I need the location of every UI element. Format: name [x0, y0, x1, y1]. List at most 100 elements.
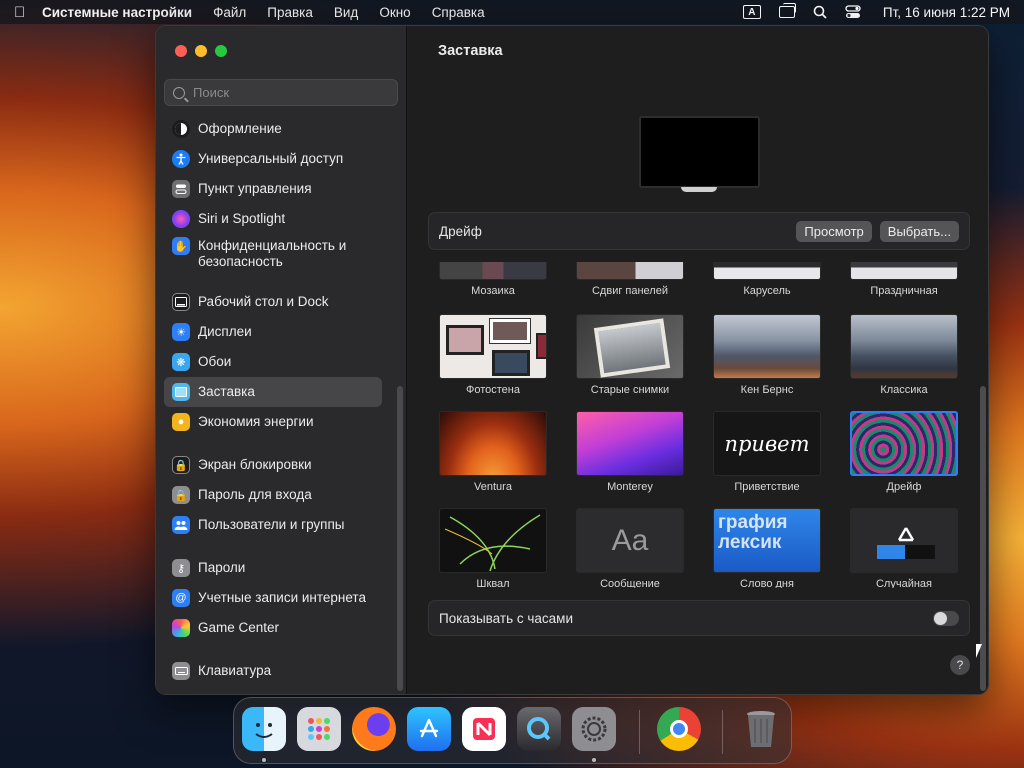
saver-thumbnail: [576, 262, 684, 280]
saver-tile-holiday[interactable]: Праздничная: [850, 262, 960, 297]
show-clock-label: Показывать с часами: [439, 610, 573, 626]
menu-app-name[interactable]: Системные настройки: [42, 5, 192, 20]
menu-file[interactable]: Файл: [213, 5, 246, 20]
sidebar-item-energy[interactable]: ● Экономия энергии: [164, 407, 382, 437]
input-source-icon[interactable]: A: [742, 5, 761, 19]
menu-window[interactable]: Окно: [379, 5, 410, 20]
sidebar-item-privacy-security[interactable]: ✋ Конфиденциальность и безопасность: [164, 234, 382, 274]
saver-tile-ken-burns[interactable]: Кен Бернс: [713, 314, 823, 396]
sidebar-item-label: Заставка: [198, 384, 255, 399]
screen-mirroring-icon[interactable]: [778, 3, 796, 18]
saver-tile-photowall[interactable]: Фотостена: [439, 314, 549, 396]
sidebar-item-appearance[interactable]: Оформление: [164, 114, 382, 144]
sidebar-item-lock-screen[interactable]: 🔒 Экран блокировки: [164, 450, 382, 480]
current-saver-name: Дрейф: [439, 223, 482, 239]
sidebar-item-label: Учетные записи интернета: [198, 590, 366, 605]
saver-tile-monterey[interactable]: Monterey: [576, 411, 686, 493]
news-icon[interactable]: [462, 707, 506, 751]
zoom-window-button[interactable]: [215, 45, 227, 57]
saver-thumbnail: [713, 262, 821, 280]
launchpad-icon[interactable]: [297, 707, 341, 751]
sidebar-item-label: Клавиатура: [198, 663, 272, 678]
saver-thumbnail: [439, 262, 547, 280]
sidebar-item-label: Siri и Spotlight: [198, 211, 286, 226]
sidebar: Оформление Универсальный доступ Пункт уп…: [156, 26, 407, 694]
current-saver-bar: Дрейф Просмотр Выбрать...: [428, 212, 970, 250]
sidebar-search[interactable]: [164, 79, 398, 106]
trash-icon[interactable]: [739, 707, 783, 751]
saver-tile-flurry[interactable]: Шквал: [439, 508, 549, 588]
apple-menu-icon[interactable]: : [14, 4, 42, 21]
privacy-hand-icon: ✋: [172, 237, 190, 255]
sidebar-item-screensaver[interactable]: Заставка: [164, 377, 382, 407]
sidebar-item-users-groups[interactable]: Пользователи и группы: [164, 510, 382, 540]
search-input[interactable]: [193, 85, 373, 100]
desktop-dock-icon: [172, 293, 190, 311]
sidebar-item-keyboard[interactable]: Клавиатура: [164, 656, 382, 686]
screensaver-grid: Мозаика Сдвиг панелей Карусель Праздничн…: [408, 262, 978, 588]
sidebar-item-displays[interactable]: ☀ Дисплеи: [164, 317, 382, 347]
sidebar-item-label: Пароль для входа: [198, 487, 312, 502]
saver-label: Сдвиг панелей: [591, 285, 668, 297]
sidebar-item-label: Универсальный доступ: [198, 151, 344, 166]
sidebar-item-login-password[interactable]: 🔒 Пароль для входа: [164, 480, 382, 510]
sidebar-item-game-center[interactable]: Game Center: [164, 613, 382, 643]
saver-tile-drift[interactable]: Дрейф: [850, 411, 960, 493]
saver-thumbnail: [439, 508, 547, 573]
firefox-icon[interactable]: [352, 707, 396, 751]
sidebar-item-desktop-dock[interactable]: Рабочий стол и Dock: [164, 287, 382, 317]
shuffle-recycle-icon: [897, 527, 915, 542]
saver-tile-classic[interactable]: Классика: [850, 314, 960, 396]
displays-icon: ☀: [172, 323, 190, 341]
app-store-icon[interactable]: [407, 707, 451, 751]
menu-help[interactable]: Справка: [432, 5, 485, 20]
keyboard-icon: [172, 662, 190, 680]
sidebar-scrollbar[interactable]: [397, 386, 403, 691]
sidebar-item-control-center[interactable]: Пункт управления: [164, 174, 382, 204]
main-pane: Заставка Дрейф Просмотр Выбрать... Мозаи…: [408, 26, 988, 694]
quicktime-icon[interactable]: [517, 707, 561, 751]
appearance-icon: [172, 120, 190, 138]
sidebar-item-label: Пароли: [198, 560, 246, 575]
spotlight-search-icon[interactable]: [813, 5, 827, 19]
saver-label: Случайная: [875, 578, 932, 588]
energy-icon: ●: [172, 413, 190, 431]
saver-tile-ventura[interactable]: Ventura: [439, 411, 549, 493]
saver-thumbnail: графия лексик: [713, 508, 821, 573]
menu-edit[interactable]: Правка: [267, 5, 313, 20]
saver-tile-mosaic[interactable]: Мозаика: [439, 262, 549, 297]
help-button[interactable]: ?: [950, 655, 970, 675]
saver-tile-hello[interactable]: привет Приветствие: [713, 411, 823, 493]
sidebar-item-label: Обои: [198, 354, 232, 369]
saver-tile-shifting-tiles[interactable]: Сдвиг панелей: [576, 262, 686, 297]
saver-label: Классика: [880, 384, 928, 396]
sidebar-item-label: Game Center: [198, 620, 280, 635]
sidebar-item-internet-accounts[interactable]: @ Учетные записи интернета: [164, 583, 382, 613]
preview-button[interactable]: Просмотр: [796, 220, 872, 242]
saver-tile-message[interactable]: Aa Сообщение: [576, 508, 686, 588]
menubar-clock[interactable]: Пт, 16 июня 1:22 PM: [883, 5, 1010, 20]
saver-tile-vintage[interactable]: Старые снимки: [576, 314, 686, 396]
saver-label: Monterey: [607, 481, 653, 493]
sidebar-item-siri-spotlight[interactable]: Siri и Spotlight: [164, 204, 382, 234]
saver-tile-word-of-day[interactable]: графия лексик Слово дня: [713, 508, 823, 588]
accessibility-icon: [172, 150, 190, 168]
finder-icon[interactable]: [242, 707, 286, 751]
chrome-icon[interactable]: [657, 707, 701, 751]
sidebar-item-accessibility[interactable]: Универсальный доступ: [164, 144, 382, 174]
choose-button[interactable]: Выбрать...: [879, 220, 959, 242]
saver-tile-random[interactable]: Случайная: [850, 508, 960, 588]
minimize-window-button[interactable]: [195, 45, 207, 57]
saver-tile-carousel[interactable]: Карусель: [713, 262, 823, 297]
close-window-button[interactable]: [175, 45, 187, 57]
menu-view[interactable]: Вид: [334, 5, 358, 20]
show-clock-toggle[interactable]: [933, 610, 959, 626]
sidebar-item-wallpaper[interactable]: ❋ Обои: [164, 347, 382, 377]
saver-label: Мозаика: [471, 285, 515, 297]
login-password-icon: 🔒: [172, 486, 190, 504]
system-settings-icon[interactable]: [572, 707, 616, 751]
sidebar-item-label: Конфиденциальность и безопасность: [198, 238, 347, 269]
sidebar-item-passwords[interactable]: ⚷ Пароли: [164, 553, 382, 583]
control-center-icon[interactable]: [845, 5, 861, 19]
hello-text: привет: [724, 431, 810, 456]
